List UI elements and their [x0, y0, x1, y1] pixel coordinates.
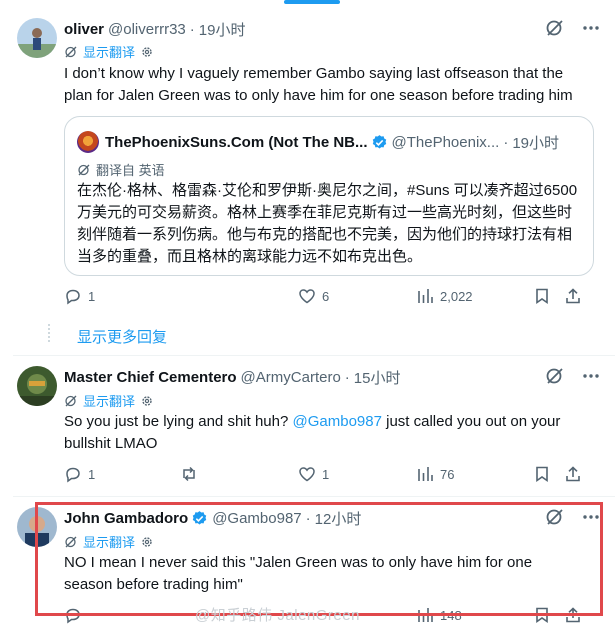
quote-translated-from: 翻译自 英语	[77, 160, 165, 179]
reply-icon	[66, 289, 80, 305]
show-translation-link[interactable]: 显示翻译	[83, 42, 135, 61]
tweet-actions: 1 6 2,022	[64, 287, 586, 307]
timestamp[interactable]: 15小时	[354, 367, 401, 388]
verified-icon	[372, 134, 386, 149]
reply-button[interactable]: 1	[64, 287, 95, 305]
gear-icon[interactable]	[140, 45, 154, 59]
share-button[interactable]	[564, 287, 582, 305]
divider	[13, 496, 615, 497]
like-icon	[299, 289, 315, 304]
timestamp[interactable]: 19小时	[199, 19, 246, 40]
views-count: 2,022	[440, 288, 473, 304]
quote-handle: @ThePhoenix...	[391, 133, 500, 151]
thread-connector	[48, 324, 50, 342]
tweet-actions: 1 1 76	[64, 465, 586, 485]
tweet-header: oliver @oliverrr33 · 19小时	[64, 19, 245, 40]
display-name[interactable]: Master Chief Cementero	[64, 369, 237, 386]
text-before: So you just be lying and shit huh?	[64, 413, 293, 430]
divider	[13, 355, 615, 356]
tweet-top-icons	[545, 366, 601, 391]
like-button[interactable]: 1	[298, 465, 329, 483]
share-button[interactable]	[564, 465, 582, 483]
watermark: @知乎路伟 JalenGreen	[195, 607, 360, 624]
bookmark-button[interactable]	[533, 287, 551, 305]
tab-indicator	[284, 0, 340, 4]
quote-timestamp: 19小时	[512, 134, 559, 152]
retweet-button[interactable]	[180, 465, 198, 483]
reply-button[interactable]: 1	[64, 465, 95, 483]
quote-header: ThePhoenixSuns.Com (Not The NB... @ThePh…	[77, 131, 559, 153]
display-name[interactable]: oliver	[64, 21, 104, 38]
translated-from-label: 翻译自 英语	[96, 163, 165, 178]
grok-small-icon	[65, 395, 77, 406]
handle[interactable]: @ArmyCartero	[241, 369, 341, 386]
views-icon	[418, 467, 433, 481]
reply-icon	[66, 467, 80, 483]
grok-icon[interactable]	[545, 18, 565, 43]
like-icon	[299, 467, 315, 482]
more-icon[interactable]	[581, 366, 601, 391]
quote-display-name: ThePhoenixSuns.Com (Not The NB...	[105, 133, 368, 151]
like-count: 6	[322, 288, 330, 304]
tweet-top-icons	[545, 18, 601, 43]
reply-count: 1	[88, 288, 96, 304]
views-button[interactable]: 76	[416, 465, 454, 483]
highlight-annotation-box	[35, 502, 603, 616]
like-count: 1	[322, 466, 330, 482]
avatar[interactable]	[17, 366, 57, 406]
tweet-text: So you just be lying and shit huh? @Gamb…	[64, 411, 584, 455]
translate-row[interactable]: 显示翻译	[64, 42, 154, 61]
tweet-text: I don’t know why I vaguely remember Gamb…	[64, 65, 573, 104]
more-icon[interactable]	[581, 18, 601, 43]
grok-icon[interactable]	[545, 366, 565, 391]
translate-row[interactable]: 显示翻译	[64, 391, 154, 410]
like-button[interactable]: 6	[298, 287, 329, 305]
separator-dot: ·	[344, 369, 350, 386]
quote-text: 在杰伦·格林、格雷森·艾伦和罗伊斯·奥尼尔之间，#Suns 可以凑齐超过6500…	[77, 182, 578, 265]
show-translation-link[interactable]: 显示翻译	[83, 391, 135, 410]
avatar[interactable]	[17, 18, 57, 58]
reply-count: 1	[88, 466, 96, 482]
quote-avatar	[77, 131, 99, 153]
tweet-header: Master Chief Cementero @ArmyCartero · 15…	[64, 367, 400, 388]
handle[interactable]: @oliverrr33	[108, 21, 186, 38]
separator-dot: ·	[189, 21, 195, 38]
share-icon	[566, 466, 580, 482]
bookmark-icon	[536, 466, 548, 483]
share-icon	[566, 288, 580, 304]
show-more-replies-link[interactable]: 显示更多回复	[77, 326, 167, 347]
views-icon	[418, 289, 433, 303]
grok-small-icon	[78, 164, 90, 175]
quoted-tweet[interactable]: ThePhoenixSuns.Com (Not The NB... @ThePh…	[64, 116, 594, 276]
mention-link[interactable]: @Gambo987	[293, 413, 382, 430]
grok-small-icon	[65, 46, 77, 57]
retweet-icon	[183, 466, 195, 482]
bookmark-icon	[536, 288, 548, 305]
views-count: 76	[440, 466, 455, 482]
separator-dot: ·	[503, 133, 509, 151]
gear-icon[interactable]	[140, 394, 154, 408]
bookmark-button[interactable]	[533, 465, 551, 483]
views-button[interactable]: 2,022	[416, 287, 473, 305]
